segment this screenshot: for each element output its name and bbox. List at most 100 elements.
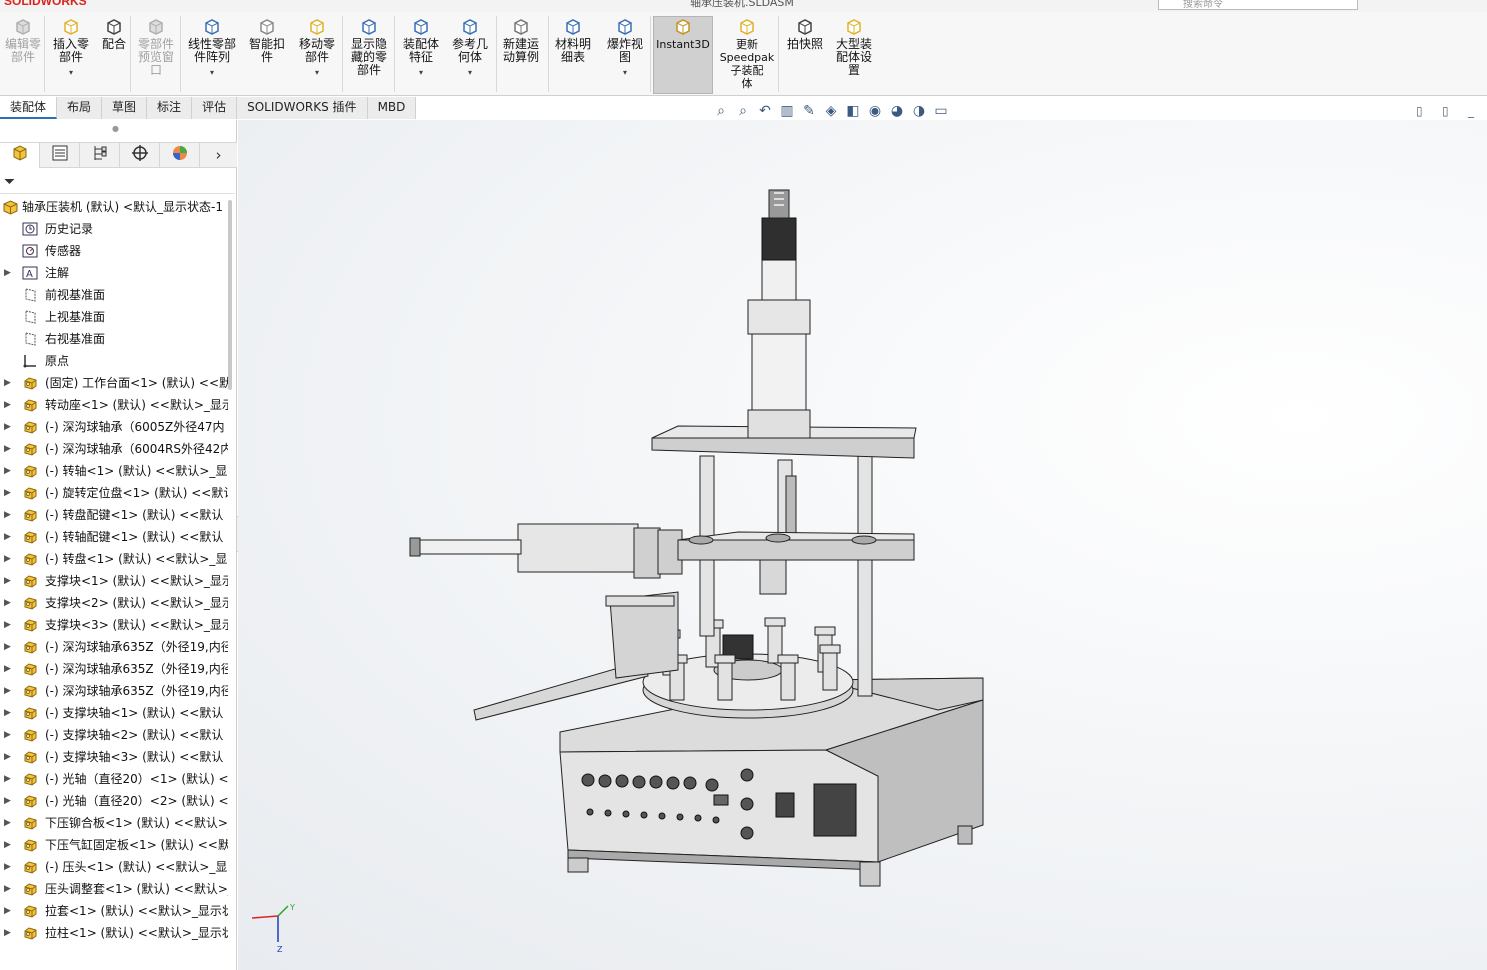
- linear-pattern-button[interactable]: 线性零部 件阵列 ▾: [184, 18, 240, 79]
- apply-scene-icon[interactable]: ◑: [910, 102, 928, 120]
- configuration-manager-tab-icon[interactable]: [80, 143, 120, 168]
- expand-arrow-icon[interactable]: ▶: [4, 768, 11, 790]
- expand-arrow-icon[interactable]: ▶: [4, 812, 11, 834]
- tree-item[interactable]: ▶ 压头调整套<1> (默认) <<默认>_: [0, 878, 228, 900]
- chevron-right-icon[interactable]: ›: [200, 143, 237, 168]
- tree-item[interactable]: ▶ 支撑块<3> (默认) <<默认>_显示: [0, 614, 228, 636]
- update-speedpak-button[interactable]: 更新 Speedpak 子装配 体: [718, 18, 776, 90]
- expand-arrow-icon[interactable]: ▶: [4, 416, 11, 438]
- tree-item[interactable]: ▶ 拉柱<1> (默认) <<默认>_显示状: [0, 922, 228, 944]
- tree-item[interactable]: 右视基准面: [0, 328, 228, 350]
- restore-pane-icon[interactable]: ▯: [1416, 104, 1423, 118]
- expand-arrow-icon[interactable]: ▶: [4, 394, 11, 416]
- tab-5[interactable]: SOLIDWORKS 插件: [237, 97, 368, 119]
- zoom-to-area-icon[interactable]: ⌕: [734, 102, 752, 120]
- tree-item[interactable]: 上视基准面: [0, 306, 228, 328]
- expand-arrow-icon[interactable]: ▶: [4, 504, 11, 526]
- new-motion-study-button[interactable]: 新建运 动算例: [498, 18, 544, 64]
- large-assembly-button[interactable]: 大型装 配体设 置: [832, 18, 876, 77]
- tab-6[interactable]: MBD: [367, 97, 417, 119]
- component-preview-button[interactable]: 零部件 预览窗 口: [134, 18, 178, 77]
- snapshot-button[interactable]: 拍快照: [782, 18, 828, 51]
- graphics-viewport[interactable]: Z Y: [238, 120, 1487, 970]
- view-settings-icon[interactable]: ▭: [932, 102, 950, 120]
- chevron-down-icon[interactable]: ▾: [448, 66, 492, 79]
- expand-arrow-icon[interactable]: ▶: [4, 460, 11, 482]
- display-style-icon[interactable]: ◧: [844, 102, 862, 120]
- tree-item[interactable]: ▶ (-) 旋转定位盘<1> (默认) <<默认: [0, 482, 228, 504]
- expand-arrow-icon[interactable]: ▶: [4, 438, 11, 460]
- show-hidden-button[interactable]: 显示隐 藏的零 部件: [346, 18, 392, 77]
- expand-arrow-icon[interactable]: ▶: [4, 724, 11, 746]
- dimxpert-tab-icon[interactable]: [120, 143, 160, 168]
- chevron-down-icon[interactable]: ▾: [602, 66, 648, 79]
- tree-item[interactable]: ▶ A 注解: [0, 262, 228, 284]
- expand-arrow-icon[interactable]: ▶: [4, 856, 11, 878]
- expand-arrow-icon[interactable]: ▶: [4, 702, 11, 724]
- tree-item[interactable]: ▶ (-) 支撑块轴<1> (默认) <<默认: [0, 702, 228, 724]
- zoom-to-fit-icon[interactable]: ⌕: [712, 102, 730, 120]
- tree-item[interactable]: ▶ (-) 转盘配键<1> (默认) <<默认: [0, 504, 228, 526]
- tree-item[interactable]: ▶ (-) 深沟球轴承635Z（外径19,内径: [0, 636, 228, 658]
- tree-item[interactable]: ▶ (-) 压头<1> (默认) <<默认>_显: [0, 856, 228, 878]
- tree-root-assembly[interactable]: 轴承压装机 (默认) <默认_显示状态-1: [0, 196, 228, 218]
- expand-arrow-icon[interactable]: ▶: [4, 548, 11, 570]
- tree-item[interactable]: ▶ 拉套<1> (默认) <<默认>_显示状: [0, 900, 228, 922]
- expand-arrow-icon[interactable]: ▶: [4, 746, 11, 768]
- feature-manager-tab-icon[interactable]: [0, 143, 40, 168]
- tree-item[interactable]: ▶ 下压铆合板<1> (默认) <<默认>_: [0, 812, 228, 834]
- tile-pane-icon[interactable]: ▯: [1442, 104, 1449, 118]
- hide-show-items-icon[interactable]: ◉: [866, 102, 884, 120]
- tree-item[interactable]: 历史记录: [0, 218, 228, 240]
- tree-item[interactable]: ▶ (-) 深沟球轴承635Z（外径19,内径: [0, 680, 228, 702]
- expand-arrow-icon[interactable]: ▶: [4, 680, 11, 702]
- tree-item[interactable]: ▶ (-) 转盘<1> (默认) <<默认>_显: [0, 548, 228, 570]
- expand-arrow-icon[interactable]: ▶: [4, 592, 11, 614]
- edit-appearance-icon[interactable]: ◕: [888, 102, 906, 120]
- tree-item[interactable]: 传感器: [0, 240, 228, 262]
- tree-item[interactable]: ▶ (-) 转轴<1> (默认) <<默认>_显: [0, 460, 228, 482]
- expand-arrow-icon[interactable]: ▶: [4, 922, 11, 944]
- tree-item[interactable]: 原点: [0, 350, 228, 372]
- view-orientation-icon[interactable]: ◈: [822, 102, 840, 120]
- assembly-model[interactable]: Z Y: [238, 120, 1487, 970]
- command-search-input[interactable]: 搜索命令: [1158, 0, 1358, 10]
- tree-item[interactable]: ▶ (-) 光轴（直径20）<1> (默认) <: [0, 768, 228, 790]
- tree-item[interactable]: ▶ (-) 支撑块轴<2> (默认) <<默认: [0, 724, 228, 746]
- bom-button[interactable]: 材料明 细表: [550, 18, 596, 64]
- expand-arrow-icon[interactable]: ▶: [4, 878, 11, 900]
- chevron-down-icon[interactable]: ▾: [48, 66, 94, 79]
- section-view-icon[interactable]: ▥: [778, 102, 796, 120]
- tree-item[interactable]: ▶ (-) 深沟球轴承（6004RS外径42内: [0, 438, 228, 460]
- mate-button[interactable]: 配合: [97, 18, 131, 51]
- expand-arrow-icon[interactable]: ▶: [4, 570, 11, 592]
- tree-item[interactable]: ▶ (-) 转轴配键<1> (默认) <<默认: [0, 526, 228, 548]
- chevron-down-icon[interactable]: ▾: [294, 66, 340, 79]
- expand-arrow-icon[interactable]: ▶: [4, 790, 11, 812]
- tab-0[interactable]: 装配体: [0, 97, 58, 119]
- expand-arrow-icon[interactable]: ▶: [4, 372, 11, 394]
- expand-arrow-icon[interactable]: ▶: [4, 482, 11, 504]
- expand-arrow-icon[interactable]: ▶: [4, 526, 11, 548]
- tree-item[interactable]: ▶ (固定) 工作台面<1> (默认) <<默: [0, 372, 228, 394]
- expand-arrow-icon[interactable]: ▶: [4, 834, 11, 856]
- tree-filter-icon[interactable]: ⏷: [0, 170, 235, 194]
- move-component-button[interactable]: 移动零 部件 ▾: [294, 18, 340, 79]
- previous-view-icon[interactable]: ↶: [756, 102, 774, 120]
- insert-components-button[interactable]: 插入零 部件 ▾: [48, 18, 94, 79]
- tab-4[interactable]: 评估: [192, 97, 238, 119]
- smart-fasteners-button[interactable]: 智能扣 件: [244, 18, 290, 64]
- tree-item[interactable]: ▶ (-) 深沟球轴承（6005Z外径47内: [0, 416, 228, 438]
- expand-arrow-icon[interactable]: ▶: [4, 900, 11, 922]
- tree-item[interactable]: ▶ 支撑块<1> (默认) <<默认>_显示: [0, 570, 228, 592]
- chevron-down-icon[interactable]: ▾: [398, 66, 444, 79]
- reference-geometry-button[interactable]: 参考几 何体 ▾: [448, 18, 492, 79]
- tree-item[interactable]: ▶ 转动座<1> (默认) <<默认>_显示: [0, 394, 228, 416]
- minimize-pane-icon[interactable]: _: [1468, 104, 1474, 118]
- edit-component-button[interactable]: 编辑零 部件: [2, 18, 44, 64]
- assembly-features-button[interactable]: 装配体 特征 ▾: [398, 18, 444, 79]
- expand-arrow-icon[interactable]: ▶: [4, 614, 11, 636]
- instant3d-button[interactable]: Instant3D: [653, 18, 713, 51]
- tree-item[interactable]: ▶ (-) 深沟球轴承635Z（外径19,内径: [0, 658, 228, 680]
- chevron-down-icon[interactable]: ▾: [184, 66, 240, 79]
